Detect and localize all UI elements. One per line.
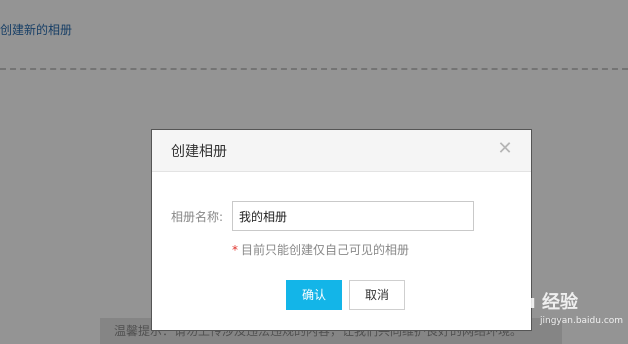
baidu-jingyan-watermark: Baidu 经验 jingyan.baidu.com — [478, 288, 623, 334]
confirm-button[interactable]: 确认 — [286, 280, 342, 310]
visibility-hint: * 目前只能创建仅自己可见的相册 — [232, 241, 409, 258]
close-icon[interactable]: ✕ — [497, 140, 513, 158]
required-asterisk: * — [232, 243, 238, 257]
dialog-header: 创建相册 ✕ — [152, 130, 531, 172]
create-album-dialog: 创建相册 ✕ 相册名称: *目前只能创建仅自己可见的相册 确认 取消 — [151, 129, 532, 331]
watermark-logo: Baidu 经验 — [478, 292, 579, 313]
watermark-url: jingyan.baidu.com — [540, 316, 624, 326]
hint-text: 目前只能创建仅自己可见的相册 — [241, 243, 410, 257]
album-name-input[interactable] — [232, 201, 474, 231]
cancel-button[interactable]: 取消 — [349, 280, 405, 310]
album-name-label: 相册名称: — [171, 210, 224, 224]
dialog-title: 创建相册 — [171, 144, 227, 160]
